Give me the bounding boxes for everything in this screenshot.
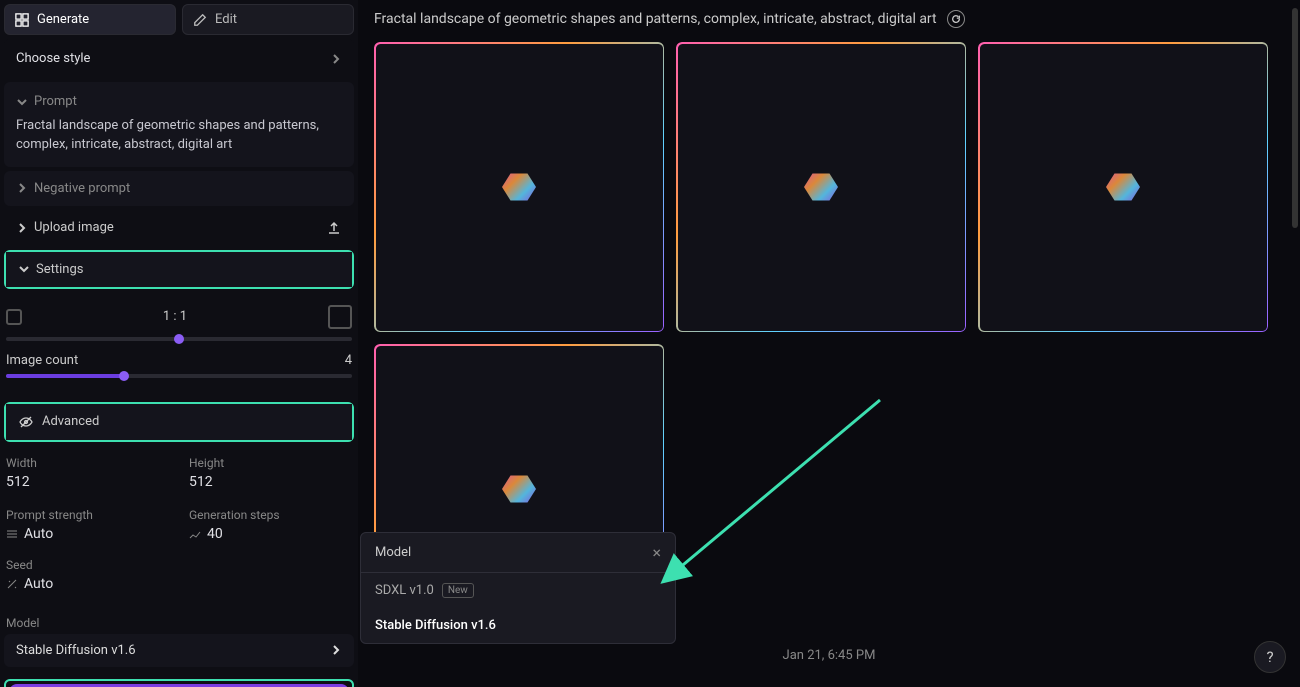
image-tile[interactable] <box>374 42 664 332</box>
height-value: 512 <box>189 474 352 490</box>
width-field[interactable]: Width 512 <box>6 456 169 490</box>
model-option-sdxl[interactable]: SDXL v1.0 New <box>361 573 675 608</box>
image-tile[interactable] <box>978 42 1268 332</box>
prompt-label: Prompt <box>34 94 77 109</box>
model-option-sd16[interactable]: Stable Diffusion v1.6 <box>361 608 675 643</box>
generation-steps-label: Generation steps <box>189 508 352 522</box>
chevron-right-icon <box>330 53 342 65</box>
upload-icon <box>326 220 342 236</box>
upload-label: Upload image <box>34 220 114 235</box>
eye-off-icon <box>18 414 34 430</box>
loading-icon <box>804 172 838 202</box>
choose-style-button[interactable]: Choose style <box>4 39 354 78</box>
prompt-strength-label: Prompt strength <box>6 508 169 522</box>
width-label: Width <box>6 456 169 470</box>
close-icon[interactable]: × <box>652 543 661 562</box>
aspect-ratio-value: 1 : 1 <box>163 309 187 324</box>
advanced-label: Advanced <box>42 414 99 429</box>
settings-label: Settings <box>36 262 83 277</box>
seed-field[interactable]: Seed Auto <box>6 558 352 592</box>
height-label: Height <box>189 456 352 470</box>
prompt-strength-value: Auto <box>24 526 53 542</box>
generation-steps-value: 40 <box>207 526 223 542</box>
image-tile[interactable] <box>676 42 966 332</box>
chevron-right-icon <box>330 644 342 656</box>
grid-icon <box>15 13 29 27</box>
header-prompt: Fractal landscape of geometric shapes an… <box>374 11 937 27</box>
aspect-max-icon <box>328 305 352 329</box>
help-icon: ? <box>1266 648 1273 666</box>
chevron-down-icon <box>16 96 28 108</box>
image-count-slider[interactable] <box>6 374 352 378</box>
model-popup-title: Model <box>375 545 411 560</box>
generation-steps-field[interactable]: Generation steps 40 <box>189 508 352 542</box>
help-button[interactable]: ? <box>1254 641 1286 673</box>
chevron-right-icon <box>16 222 28 234</box>
edit-label: Edit <box>215 12 237 27</box>
loading-icon <box>502 474 536 504</box>
prompt-text[interactable]: Fractal landscape of geometric shapes an… <box>16 117 342 155</box>
model-label: Model <box>4 616 354 630</box>
sliders-icon <box>6 528 18 540</box>
generation-timestamp: Jan 21, 6:45 PM <box>374 648 1284 673</box>
height-field[interactable]: Height 512 <box>189 456 352 490</box>
model-select[interactable]: Stable Diffusion v1.6 <box>4 634 354 667</box>
model-popup: Model × SDXL v1.0 New Stable Diffusion v… <box>360 532 676 644</box>
negative-prompt-toggle[interactable]: Negative prompt <box>4 171 354 206</box>
upload-image-button[interactable]: Upload image <box>4 210 354 246</box>
prompt-section[interactable]: Prompt Fractal landscape of geometric sh… <box>4 82 354 167</box>
refresh-icon <box>951 14 961 24</box>
new-badge: New <box>442 583 474 598</box>
generate-label: Generate <box>37 12 89 27</box>
scrollbar[interactable] <box>1292 8 1298 228</box>
seed-label: Seed <box>6 558 352 572</box>
choose-style-label: Choose style <box>16 51 90 66</box>
aspect-ratio-slider[interactable] <box>6 337 352 341</box>
model-option-label: SDXL v1.0 <box>375 583 434 598</box>
edit-icon <box>193 13 207 27</box>
generate-mode-button[interactable]: Generate <box>4 4 176 35</box>
steps-icon <box>189 528 201 540</box>
chevron-down-icon <box>18 263 30 275</box>
model-option-label: Stable Diffusion v1.6 <box>375 618 496 633</box>
chevron-right-icon <box>16 182 28 194</box>
prompt-strength-field[interactable]: Prompt strength Auto <box>6 508 169 542</box>
loading-icon <box>502 172 536 202</box>
image-count-value: 4 <box>345 353 352 368</box>
edit-mode-button[interactable]: Edit <box>182 4 354 35</box>
width-value: 512 <box>6 474 169 490</box>
seed-value: Auto <box>24 576 53 592</box>
negative-prompt-label: Negative prompt <box>34 181 130 196</box>
advanced-toggle[interactable]: Advanced <box>6 404 352 440</box>
settings-toggle[interactable]: Settings <box>6 252 352 287</box>
refresh-button[interactable] <box>947 10 965 28</box>
model-selected-value: Stable Diffusion v1.6 <box>16 643 136 658</box>
loading-icon <box>1106 172 1140 202</box>
image-count-label: Image count <box>6 353 78 368</box>
aspect-min-icon <box>6 309 22 325</box>
wand-icon <box>6 578 18 590</box>
